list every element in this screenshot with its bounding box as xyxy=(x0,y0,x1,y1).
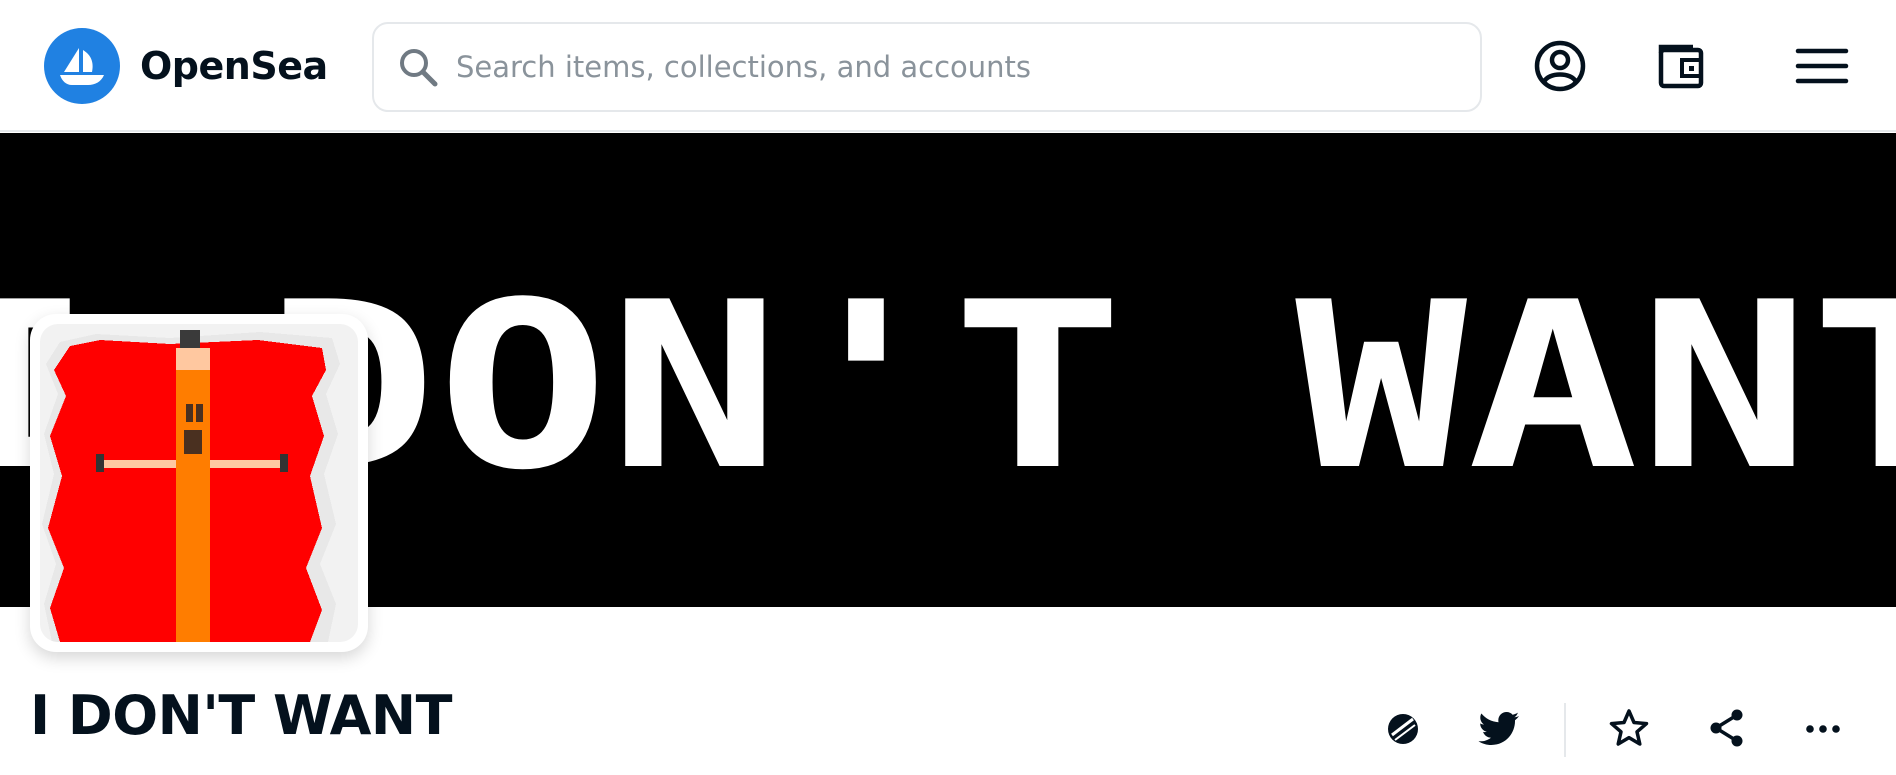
menu-icon[interactable] xyxy=(1790,34,1854,98)
opensea-link-icon[interactable] xyxy=(1380,705,1426,751)
account-icon[interactable] xyxy=(1528,34,1592,98)
search-input[interactable] xyxy=(456,50,1456,84)
pixel-art-avatar xyxy=(40,324,358,642)
search-icon xyxy=(400,49,438,87)
top-navigation-bar: OpenSea xyxy=(0,0,1896,132)
brand-name: OpenSea xyxy=(140,44,328,88)
more-options-icon[interactable] xyxy=(1800,705,1846,751)
star-icon[interactable] xyxy=(1606,705,1652,751)
search-bar[interactable] xyxy=(372,22,1482,112)
brand-home-link[interactable]: OpenSea xyxy=(44,28,328,104)
twitter-icon[interactable] xyxy=(1478,705,1524,751)
actions-divider xyxy=(1564,703,1566,757)
collection-avatar[interactable] xyxy=(30,314,368,652)
wallet-icon[interactable] xyxy=(1650,34,1714,98)
collection-title: I DON'T WANT xyxy=(30,684,452,747)
share-icon[interactable] xyxy=(1704,705,1750,751)
opensea-ship-icon xyxy=(44,28,120,104)
